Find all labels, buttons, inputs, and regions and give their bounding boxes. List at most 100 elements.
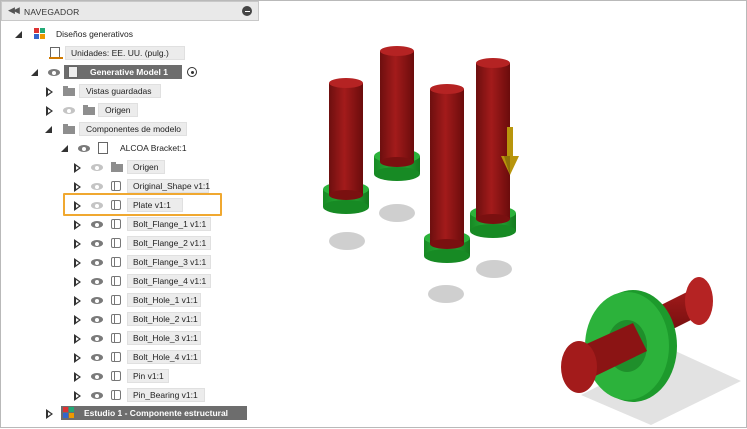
bolt-flange-pillar[interactable] — [323, 78, 369, 214]
collapsed-triangle-icon[interactable] — [73, 314, 83, 326]
body-icon — [111, 390, 121, 400]
folder-icon — [83, 105, 95, 115]
expanded-triangle-icon[interactable] — [15, 29, 25, 41]
tree-item-body[interactable]: Pin v1:1 — [1, 368, 261, 386]
tree-item-body[interactable]: Bolt_Flange_2 v1:1 — [1, 235, 261, 253]
tree-item-body[interactable]: Bolt_Hole_3 v1:1 — [1, 330, 261, 348]
minus-circle-icon[interactable] — [242, 6, 252, 16]
eye-icon[interactable] — [91, 220, 103, 229]
tree-root[interactable]: Diseños generativos — [1, 26, 261, 44]
expanded-triangle-icon[interactable] — [45, 124, 55, 136]
eye-icon[interactable] — [91, 258, 103, 267]
units-row[interactable]: Unidades: EE. UU. (pulg.) — [1, 45, 261, 63]
body-icon — [111, 314, 121, 324]
tree-item-label: Bolt_Flange_2 v1:1 — [133, 238, 207, 248]
collapsed-triangle-icon[interactable] — [45, 105, 55, 117]
collapsed-triangle-icon[interactable] — [73, 219, 83, 231]
tree-item-body[interactable]: Bolt_Flange_4 v1:1 — [1, 273, 261, 291]
bolt-flange-pillar[interactable] — [374, 46, 420, 181]
collapsed-triangle-icon[interactable] — [45, 86, 55, 98]
body-icon — [111, 352, 121, 362]
double-left-arrow-icon[interactable]: ◀◀ — [8, 5, 20, 16]
model-components-label: Componentes de modelo — [86, 124, 181, 134]
generative-model-row[interactable]: Generative Model 1 — [1, 64, 261, 82]
component-icon — [98, 142, 108, 154]
tree-item-body[interactable]: Bolt_Flange_1 v1:1 — [1, 216, 261, 234]
tree-root-label: Diseños generativos — [56, 29, 134, 39]
tree-item-body[interactable]: Bolt_Hole_2 v1:1 — [1, 311, 261, 329]
model-components-row[interactable]: Componentes de modelo — [1, 121, 261, 139]
tree-item-label: Bolt_Flange_4 v1:1 — [133, 276, 207, 286]
collapsed-triangle-icon[interactable] — [73, 276, 83, 288]
collapsed-triangle-icon[interactable] — [73, 352, 83, 364]
folder-icon — [63, 86, 75, 96]
origin-row[interactable]: Origen — [1, 102, 261, 120]
eye-icon[interactable] — [63, 106, 75, 115]
collapsed-triangle-icon[interactable] — [73, 238, 83, 250]
eye-icon[interactable] — [48, 68, 60, 77]
tree-item-label: Origen — [133, 162, 159, 172]
collapsed-triangle-icon[interactable] — [45, 408, 55, 420]
tree-item-label: Bolt_Hole_3 v1:1 — [133, 333, 198, 343]
tree-item-origin[interactable]: Origen — [1, 159, 261, 177]
origin-label: Origen — [105, 105, 131, 115]
saved-views-row[interactable]: Vistas guardadas — [1, 83, 261, 101]
eye-icon[interactable] — [91, 239, 103, 248]
body-icon — [111, 371, 121, 381]
collapsed-triangle-icon[interactable] — [73, 162, 83, 174]
tree-item-label: Bolt_Hole_2 v1:1 — [133, 314, 198, 324]
study-icon — [63, 407, 75, 419]
study-row[interactable]: Estudio 1 - Componente estructural — [1, 405, 261, 423]
body-icon — [111, 257, 121, 267]
browser-panel: ◀◀ NAVEGADOR Diseños generativos Unidade… — [1, 1, 261, 425]
tree-item-body[interactable]: Bolt_Hole_1 v1:1 — [1, 292, 261, 310]
collapsed-triangle-icon[interactable] — [73, 295, 83, 307]
expanded-triangle-icon[interactable] — [61, 143, 71, 155]
eye-icon[interactable] — [78, 144, 90, 153]
body-icon — [111, 238, 121, 248]
tree-item-body[interactable]: Bolt_Flange_3 v1:1 — [1, 254, 261, 272]
selection-highlight — [63, 193, 222, 216]
shadow — [379, 204, 415, 222]
app-window: ◀◀ NAVEGADOR Diseños generativos Unidade… — [0, 0, 747, 428]
shadow — [476, 260, 512, 278]
generative-design-icon — [34, 28, 46, 40]
eye-icon[interactable] — [91, 182, 103, 191]
eye-icon[interactable] — [91, 353, 103, 362]
collapsed-triangle-icon[interactable] — [73, 371, 83, 383]
body-icon — [111, 219, 121, 229]
folder-icon — [111, 162, 123, 172]
saved-views-label: Vistas guardadas — [86, 86, 152, 96]
units-label: Unidades: EE. UU. (pulg.) — [71, 48, 169, 58]
eye-icon[interactable] — [91, 334, 103, 343]
model-label: Generative Model 1 — [90, 67, 168, 77]
tree-item-body[interactable]: Bolt_Hole_4 v1:1 — [1, 349, 261, 367]
eye-icon[interactable] — [91, 296, 103, 305]
document-settings-icon — [49, 47, 63, 59]
eye-icon[interactable] — [91, 163, 103, 172]
tree-item-label: Bolt_Flange_3 v1:1 — [133, 257, 207, 267]
eye-icon[interactable] — [91, 391, 103, 400]
component-icon — [68, 66, 78, 78]
eye-icon[interactable] — [91, 277, 103, 286]
bolt-flange-pillar[interactable] — [424, 84, 470, 263]
canvas-viewport[interactable] — [261, 1, 746, 427]
tree-item-label: Bolt_Hole_4 v1:1 — [133, 352, 198, 362]
collapsed-triangle-icon[interactable] — [73, 257, 83, 269]
collapsed-triangle-icon[interactable] — [73, 390, 83, 402]
tree-item-label: Bolt_Flange_1 v1:1 — [133, 219, 207, 229]
model-canvas[interactable] — [261, 1, 746, 427]
folder-icon — [63, 124, 75, 134]
expanded-triangle-icon[interactable] — [31, 67, 41, 79]
eye-icon[interactable] — [91, 315, 103, 324]
browser-header: ◀◀ NAVEGADOR — [1, 1, 259, 21]
eye-icon[interactable] — [91, 372, 103, 381]
shadow — [428, 285, 464, 303]
tree-item-label: Original_Shape v1:1 — [133, 181, 211, 191]
bracket-row[interactable]: ALCOA Bracket:1 — [1, 140, 261, 158]
collapsed-triangle-icon[interactable] — [73, 333, 83, 345]
body-icon — [111, 181, 121, 191]
tree-item-body[interactable]: Pin_Bearing v1:1 — [1, 387, 261, 405]
activate-radio-icon[interactable] — [187, 67, 197, 77]
collapsed-triangle-icon[interactable] — [73, 181, 83, 193]
